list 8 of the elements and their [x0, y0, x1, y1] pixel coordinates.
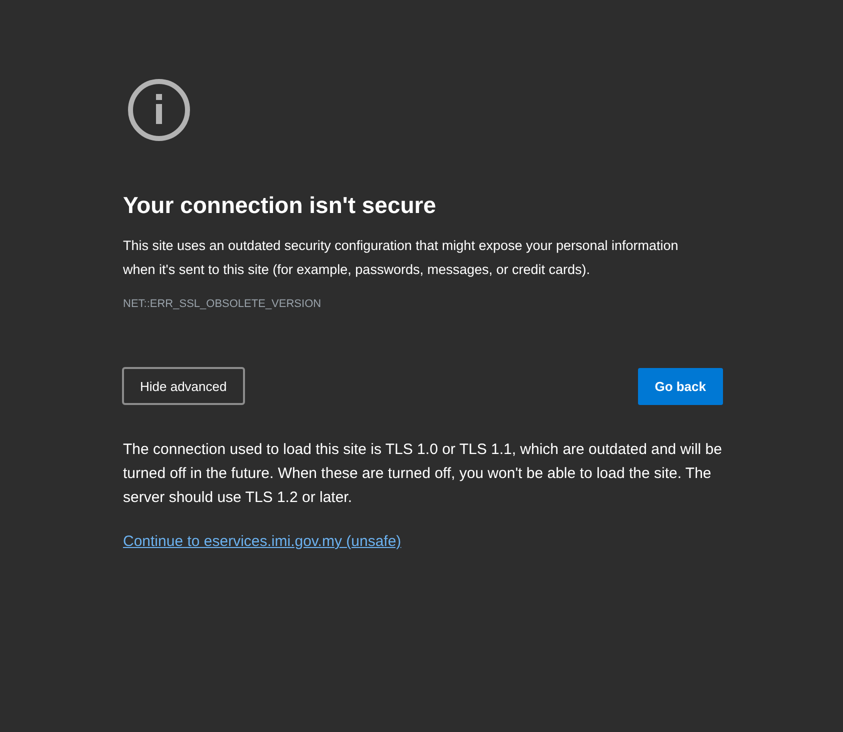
- continue-link[interactable]: Continue to eservices.imi.gov.my (unsafe): [123, 530, 402, 554]
- page-heading: Your connection isn't secure: [123, 191, 438, 220]
- advanced-toggle-button[interactable]: Hide advanced: [122, 367, 245, 405]
- description-text: This site uses an outdated security configuration that might expose your personal information when it's sent to this site (for example, passwords, messages, or credit cards).: [123, 237, 680, 279]
- error-code: NET::ERR_SSL_OBSOLETE_VERSION: [123, 297, 322, 312]
- info-icon: [127, 78, 191, 142]
- advanced-text: The connection used to load this site is TLS 1.0 or TLS 1.1, which are outdated and will be turned off in the future. When these are turned off, you won't be able to load the site. The server should use TLS 1.2 or later.: [123, 440, 723, 508]
- go-back-button[interactable]: Go back: [638, 368, 723, 404]
